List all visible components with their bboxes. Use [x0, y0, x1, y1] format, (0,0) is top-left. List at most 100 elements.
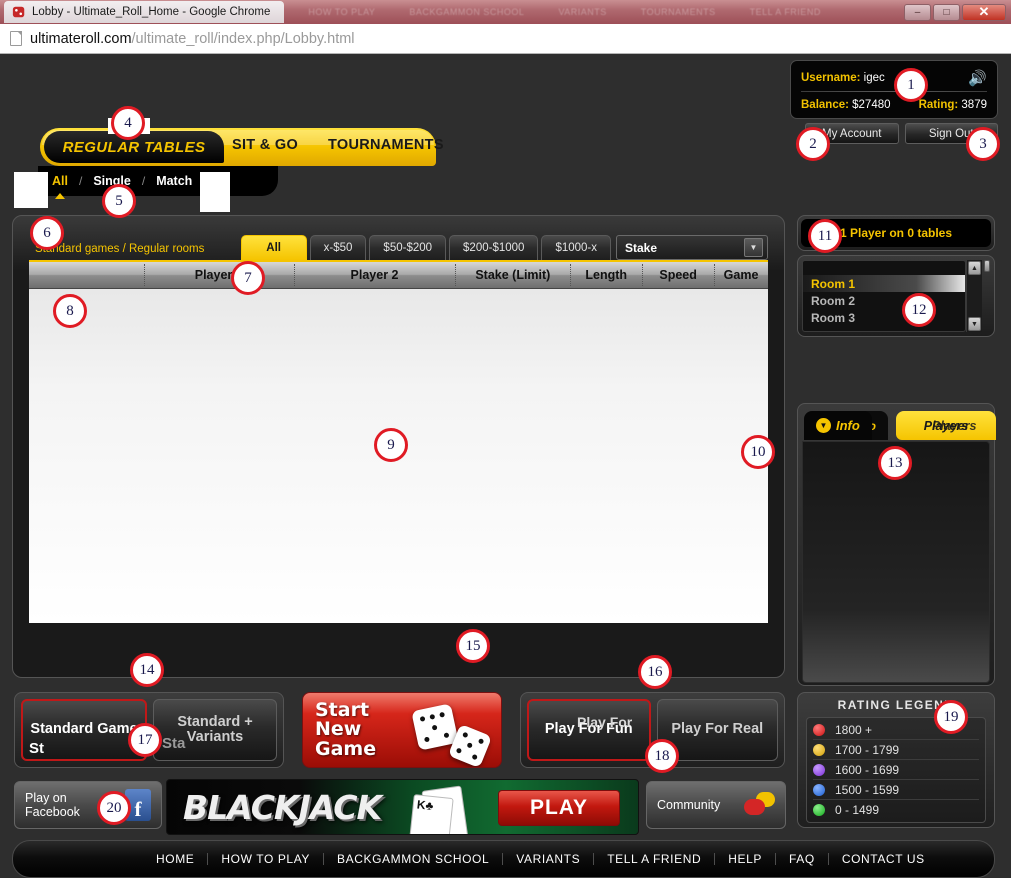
marker-6: 6: [30, 216, 64, 250]
tab-info[interactable]: ▼ Info: [804, 411, 872, 440]
footer-link-faq[interactable]: FAQ: [776, 853, 829, 865]
footer-link-variants[interactable]: VARIANTS: [503, 853, 595, 865]
sub-tab-match[interactable]: Match: [156, 174, 192, 188]
marker-12: 12: [902, 293, 936, 327]
start-new-game-button[interactable]: Start New Game: [302, 692, 502, 768]
rating-label: Rating:: [918, 99, 959, 111]
browser-titlebar: Lobby - Ultimate_Roll_Home - Google Chro…: [0, 0, 1011, 24]
chevron-down-icon[interactable]: ▼: [744, 238, 763, 257]
play-for-fun-label: Play For Fun: [544, 721, 633, 738]
room-item-3[interactable]: Room 3: [803, 309, 965, 326]
community-label: Community: [657, 798, 721, 812]
play-on-facebook-button[interactable]: Play on Facebook f: [14, 781, 162, 829]
url-text: ultimateroll.com/ultimate_roll/index.php…: [30, 31, 355, 47]
table-header-speed[interactable]: Speed: [642, 264, 714, 286]
ghost-nav-how-to-play: HOW TO PLAY: [308, 7, 376, 17]
rating-dot-1600-1699: [813, 763, 825, 776]
footer-link-help[interactable]: HELP: [715, 853, 776, 865]
marker-16: 16: [638, 655, 672, 689]
url-path: /ultimate_roll/index.php/Lobby.html: [131, 30, 355, 47]
legend-label: 1500 - 1599: [835, 782, 900, 797]
occlusion-patch: [200, 172, 230, 212]
browser-tab[interactable]: Lobby - Ultimate_Roll_Home - Google Chro…: [4, 1, 285, 23]
balance-value: $27480: [852, 99, 891, 111]
room-item-2[interactable]: Room 2: [803, 292, 965, 309]
chevron-down-icon[interactable]: ▼: [816, 418, 831, 433]
footer-link-tell-a-friend[interactable]: TELL A FRIEND: [594, 853, 716, 865]
marker-13: 13: [878, 446, 912, 480]
scroll-up-icon[interactable]: ▲: [968, 261, 981, 275]
table-header-length[interactable]: Length: [570, 264, 642, 286]
legend-row: 1700 - 1799: [813, 740, 979, 760]
start-new-game-label: Start New Game: [315, 700, 376, 759]
community-button[interactable]: Community: [646, 781, 786, 829]
marker-11: 11: [808, 219, 842, 253]
stake-filter-200-1000[interactable]: $200-$1000: [449, 235, 539, 260]
marker-9: 9: [374, 428, 408, 462]
marker-15: 15: [456, 629, 490, 663]
tab-players-label-duplicate: Players: [932, 418, 977, 433]
scroll-down-icon[interactable]: ▼: [968, 317, 981, 331]
scrollbar-thumb[interactable]: [984, 260, 990, 272]
footer-link-home[interactable]: HOME: [143, 853, 209, 865]
marker-19: 19: [934, 700, 968, 734]
stake-filter-1000-up[interactable]: $1000-x: [541, 235, 611, 260]
rating-value: 3879: [961, 99, 987, 111]
table-header-player2[interactable]: Player 2: [293, 264, 456, 286]
footer-link-backgammon-school[interactable]: BACKGAMMON SCHOOL: [324, 853, 504, 865]
stake-filter-all[interactable]: All: [240, 235, 307, 260]
username-value: igec: [863, 72, 885, 84]
facebook-line2: Facebook: [25, 805, 80, 819]
tab-tournaments[interactable]: TOURNAMENTS: [328, 137, 444, 153]
standard-game-label: Standard Game: [30, 721, 138, 738]
legend-row: 0 - 1499: [813, 800, 979, 820]
maximize-button[interactable]: □: [933, 3, 960, 21]
footer-link-how-to-play[interactable]: HOW TO PLAY: [208, 853, 325, 865]
marker-8: 8: [53, 294, 87, 328]
room-list-scrollbar[interactable]: ▲ ▼: [966, 260, 982, 332]
sub-tab-all[interactable]: All: [52, 174, 68, 188]
sound-icon[interactable]: 🔊: [968, 71, 987, 86]
marker-2: 2: [796, 127, 830, 161]
tab-players[interactable]: Players Players: [896, 411, 996, 440]
room-list[interactable]: Room 1 Room 2 Room 3: [802, 260, 966, 332]
blackjack-play-button[interactable]: PLAY: [498, 790, 620, 826]
legend-label: 0 - 1499: [835, 803, 880, 817]
rating-dot-0-1499: [813, 804, 825, 816]
stake-filter-under-50[interactable]: x-$50: [309, 235, 367, 260]
stake-filter-50-200[interactable]: $50-$200: [369, 235, 447, 260]
table-header-stake[interactable]: Stake (Limit): [455, 264, 570, 286]
rating-dot-1800-plus: [813, 723, 825, 736]
marker-5: 5: [102, 184, 136, 218]
facebook-label: Play on Facebook: [25, 791, 80, 820]
room-item-1[interactable]: Room 1: [803, 275, 965, 292]
marker-17: 17: [128, 723, 162, 757]
legend-row: 1600 - 1699: [813, 760, 979, 780]
card-rank: K♣: [416, 797, 435, 814]
balance-rating-row: Balance: $27480 Rating: 3879: [801, 94, 987, 116]
url-host: ultimateroll.com: [30, 30, 132, 47]
window-controls: – □ ✕: [904, 3, 1006, 21]
tab-sit-and-go[interactable]: SIT & GO: [232, 137, 298, 153]
legend-label: 1700 - 1799: [835, 742, 900, 757]
stake-dropdown[interactable]: Stake ▼: [616, 235, 768, 260]
marker-20: 20: [97, 791, 131, 825]
standard-game-label-duplicate: St: [29, 740, 44, 758]
footer-nav: HOME HOW TO PLAY BACKGAMMON SCHOOL VARIA…: [12, 840, 995, 878]
rating-dot-1700-1799: [813, 743, 825, 756]
footer-link-contact-us[interactable]: CONTACT US: [829, 853, 938, 865]
facebook-line1: Play on: [25, 790, 67, 805]
table-header-game[interactable]: Game: [714, 264, 768, 286]
address-bar[interactable]: ultimateroll.com/ultimate_roll/index.php…: [0, 24, 1011, 54]
username-label: Username:: [801, 72, 861, 84]
standard-variants-label: Standard + Variants: [177, 713, 253, 745]
rating-dot-1500-1599: [813, 783, 825, 796]
close-button[interactable]: ✕: [962, 3, 1006, 21]
minimize-button[interactable]: –: [904, 3, 931, 21]
main-tab-bar: REGULAR TABLES SIT & GO TOURNAMENTS: [40, 128, 444, 170]
standard-game-button[interactable]: Standard Game St: [21, 699, 147, 761]
blackjack-banner[interactable]: BLACKJACK ♣ K♣ PLAY: [166, 779, 639, 835]
standard-variants-button[interactable]: Standard + Variants Sta: [153, 699, 277, 761]
play-for-fun-button[interactable]: Play For Fun Play For: [527, 699, 651, 761]
table-header-player1[interactable]: Player 1: [143, 264, 294, 286]
